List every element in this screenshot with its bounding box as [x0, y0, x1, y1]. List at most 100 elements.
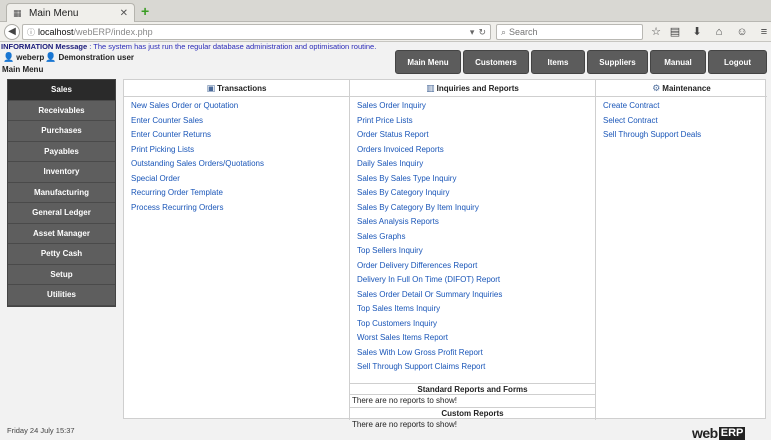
chat-icon[interactable]: ☺	[735, 25, 749, 39]
info-text: : The system has just run the regular da…	[87, 42, 377, 51]
search-icon: ⌕	[501, 26, 507, 37]
link-low-gross-profit[interactable]: Sales With Low Gross Profit Report	[357, 348, 595, 363]
sidebar-item-petty-cash[interactable]: Petty Cash	[8, 244, 115, 265]
reload-icon[interactable]: ↻	[478, 27, 486, 38]
url-bar[interactable]: ⓘ localhost/webERP/index.php ▾ ↻	[22, 24, 491, 40]
user-name[interactable]: weberp	[16, 53, 44, 62]
sidebar-item-purchases[interactable]: Purchases	[8, 121, 115, 142]
link-order-status-report[interactable]: Order Status Report	[357, 130, 595, 145]
download-icon[interactable]: ⬇	[690, 25, 704, 39]
link-sell-through-support-deals[interactable]: Sell Through Support Deals	[603, 130, 767, 145]
link-outstanding-sales-orders[interactable]: Outstanding Sales Orders/Quotations	[131, 159, 349, 174]
site-info-icon[interactable]: ⓘ	[27, 27, 35, 38]
link-daily-sales-inquiry[interactable]: Daily Sales Inquiry	[357, 159, 595, 174]
link-print-picking-lists[interactable]: Print Picking Lists	[131, 145, 349, 160]
link-process-recurring-orders[interactable]: Process Recurring Orders	[131, 203, 349, 218]
link-sales-by-category-by-item[interactable]: Sales By Category By Item Inquiry	[357, 203, 595, 218]
items-button[interactable]: Items	[531, 50, 585, 74]
link-print-price-lists[interactable]: Print Price Lists	[357, 116, 595, 131]
user-icon: 👤	[3, 52, 15, 62]
top-menu-bar: Main Menu Customers Items Suppliers Manu…	[395, 50, 767, 74]
browser-nav-bar: ◀ ⓘ localhost/webERP/index.php ▾ ↻ ⌕ ☆ ▤…	[0, 22, 771, 42]
link-top-customers[interactable]: Top Customers Inquiry	[357, 319, 595, 334]
standard-reports-empty: There are no reports to show!	[350, 394, 595, 407]
sidebar-item-inventory[interactable]: Inventory	[8, 162, 115, 183]
info-label: INFORMATION Message	[1, 42, 88, 51]
weberp-logo: web ERP	[692, 425, 746, 440]
page-favicon-icon: ▦	[13, 8, 22, 18]
weberp-page: INFORMATION Message : The system has jus…	[0, 42, 771, 440]
link-worst-sales-items[interactable]: Worst Sales Items Report	[357, 333, 595, 348]
inquiries-column: ▥ Inquiries and Reports Sales Order Inqu…	[350, 80, 596, 429]
link-sales-order-inquiry[interactable]: Sales Order Inquiry	[357, 101, 595, 116]
new-tab-icon[interactable]: +	[141, 4, 149, 18]
link-select-contract[interactable]: Select Contract	[603, 116, 767, 131]
link-sell-through-claims[interactable]: Sell Through Support Claims Report	[357, 362, 595, 377]
sidebar-item-utilities[interactable]: Utilities	[8, 285, 115, 306]
browser-search-box[interactable]: ⌕	[496, 24, 643, 40]
main-menu-button[interactable]: Main Menu	[395, 50, 461, 74]
reading-list-icon[interactable]: ▤	[668, 25, 682, 39]
info-message: INFORMATION Message : The system has jus…	[1, 42, 376, 51]
maintenance-column: ⚙ Maintenance Create Contract Select Con…	[596, 80, 767, 420]
sidebar-item-setup[interactable]: Setup	[8, 265, 115, 285]
standard-reports-header: Standard Reports and Forms	[350, 383, 595, 394]
transactions-column: ▣ Transactions New Sales Order or Quotat…	[124, 80, 350, 420]
reports-chart-icon: ▥	[426, 82, 435, 93]
hamburger-menu-icon[interactable]: ≡	[757, 25, 771, 39]
sidebar-item-payables[interactable]: Payables	[8, 142, 115, 162]
link-top-sales-items[interactable]: Top Sales Items Inquiry	[357, 304, 595, 319]
link-sales-analysis-reports[interactable]: Sales Analysis Reports	[357, 217, 595, 232]
transactions-links: New Sales Order or Quotation Enter Count…	[124, 97, 349, 217]
logo-text-erp: ERP	[718, 426, 746, 440]
link-order-delivery-differences[interactable]: Order Delivery Differences Report	[357, 261, 595, 276]
breadcrumb: Main Menu	[2, 65, 44, 74]
user-settings-icon: 👤	[45, 52, 57, 62]
customers-button[interactable]: Customers	[463, 50, 529, 74]
link-difot-report[interactable]: Delivery In Full On Time (DIFOT) Report	[357, 275, 595, 290]
maintenance-links: Create Contract Select Contract Sell Thr…	[596, 97, 767, 145]
link-top-sellers-inquiry[interactable]: Top Sellers Inquiry	[357, 246, 595, 261]
sidebar-item-sales[interactable]: Sales	[8, 80, 115, 101]
bookmark-star-icon[interactable]: ☆	[649, 25, 663, 39]
url-dropdown-icon[interactable]: ▾	[470, 27, 475, 38]
footer-date: Friday 24 July 15:37	[7, 426, 75, 435]
inquiries-title: Inquiries and Reports	[436, 83, 519, 93]
manual-button[interactable]: Manual	[650, 50, 706, 74]
tab-title: Main Menu	[29, 7, 79, 19]
link-sales-graphs[interactable]: Sales Graphs	[357, 232, 595, 247]
logout-button[interactable]: Logout	[708, 50, 767, 74]
close-tab-icon[interactable]: ✕	[120, 8, 128, 19]
link-sales-by-sales-type[interactable]: Sales By Sales Type Inquiry	[357, 174, 595, 189]
link-sales-by-category[interactable]: Sales By Category Inquiry	[357, 188, 595, 203]
inquiries-header: ▥ Inquiries and Reports	[350, 80, 595, 97]
link-create-contract[interactable]: Create Contract	[603, 101, 767, 116]
link-orders-invoiced-reports[interactable]: Orders Invoiced Reports	[357, 145, 595, 160]
logo-text-web: web	[692, 425, 718, 440]
user-display-name[interactable]: Demonstration user	[58, 53, 134, 62]
inquiries-links: Sales Order Inquiry Print Price Lists Or…	[350, 97, 595, 383]
sidebar-item-asset-manager[interactable]: Asset Manager	[8, 224, 115, 244]
module-sidebar: Sales Receivables Purchases Payables Inv…	[7, 79, 116, 307]
main-content-panel: ▣ Transactions New Sales Order or Quotat…	[123, 79, 767, 429]
link-sales-order-detail-summary[interactable]: Sales Order Detail Or Summary Inquiries	[357, 290, 595, 305]
suppliers-button[interactable]: Suppliers	[587, 50, 648, 74]
home-icon[interactable]: ⌂	[712, 25, 726, 39]
maintenance-gear-icon: ⚙	[652, 82, 661, 93]
sidebar-item-receivables[interactable]: Receivables	[8, 101, 115, 121]
sidebar-item-general-ledger[interactable]: General Ledger	[8, 203, 115, 224]
browser-tab-bar: ▦ Main Menu ✕ +	[0, 0, 771, 22]
link-recurring-order-template[interactable]: Recurring Order Template	[131, 188, 349, 203]
link-enter-counter-returns[interactable]: Enter Counter Returns	[131, 130, 349, 145]
sidebar-item-manufacturing[interactable]: Manufacturing	[8, 183, 115, 203]
custom-reports-header: Custom Reports	[350, 407, 595, 418]
search-input[interactable]	[509, 27, 630, 37]
browser-tab[interactable]: ▦ Main Menu ✕	[6, 3, 135, 22]
url-host: localhost	[38, 27, 74, 37]
back-arrow-icon[interactable]: ◀	[4, 24, 20, 40]
link-enter-counter-sales[interactable]: Enter Counter Sales	[131, 116, 349, 131]
transactions-icon: ▣	[206, 82, 216, 93]
link-new-sales-order[interactable]: New Sales Order or Quotation	[131, 101, 349, 116]
link-special-order[interactable]: Special Order	[131, 174, 349, 189]
transactions-header: ▣ Transactions	[124, 80, 349, 97]
